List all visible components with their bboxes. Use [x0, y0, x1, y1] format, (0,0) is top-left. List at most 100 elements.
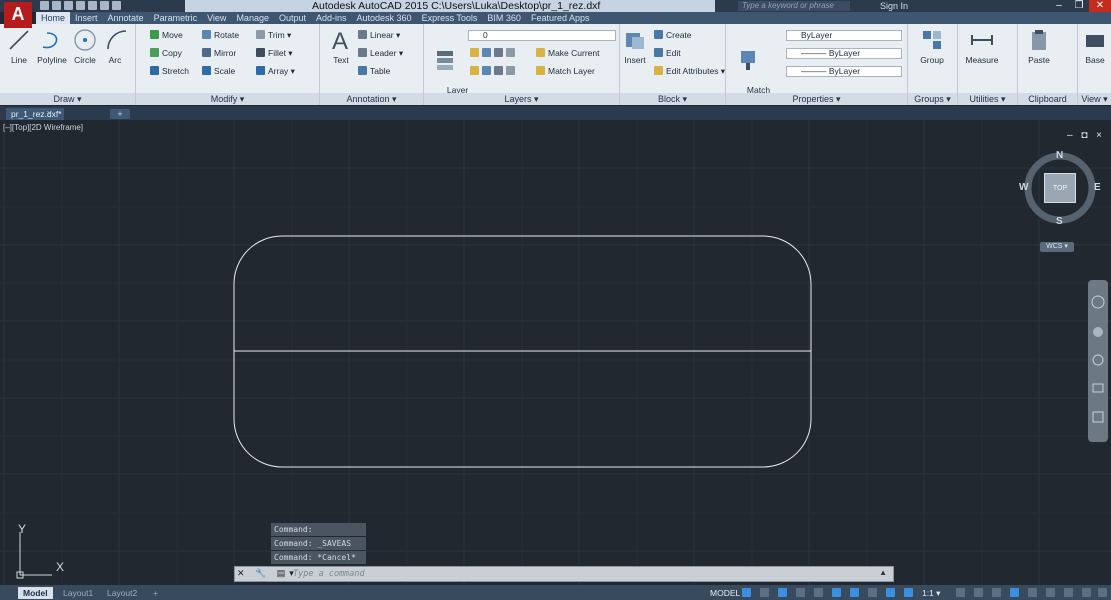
group-button[interactable]: Group [914, 27, 950, 65]
customization-icon[interactable] [1098, 588, 1107, 597]
maximize-button[interactable]: ❐ [1068, 0, 1090, 12]
leader-button[interactable]: Leader ▾ [358, 48, 403, 59]
linear-dimension-button[interactable]: Linear ▾ [358, 30, 400, 41]
paste-button[interactable]: Paste [1024, 27, 1054, 65]
snap-icon[interactable] [760, 588, 769, 597]
edit-attributes-button[interactable]: Edit Attributes ▾ [654, 66, 725, 77]
make-current-button[interactable]: Make Current [536, 48, 600, 59]
minimize-button[interactable]: – [1048, 0, 1070, 12]
layers-panel-title[interactable]: Layers ▾ [424, 93, 619, 105]
command-input-placeholder[interactable]: Type a command [293, 569, 365, 579]
new-file-icon[interactable] [40, 1, 49, 10]
insert-button[interactable]: Insert [622, 27, 648, 65]
color-dropdown[interactable]: ByLayer [786, 30, 902, 41]
viewcube-top-face[interactable]: TOP [1044, 173, 1076, 203]
steering-wheel-icon[interactable] [1091, 295, 1105, 309]
tab-add-ins[interactable]: Add-ins [311, 12, 352, 24]
viewport-window-controls[interactable]: – ◘ × [1067, 130, 1105, 141]
compass-south[interactable]: S [1056, 216, 1063, 227]
workspace-switching-icon[interactable] [956, 588, 965, 597]
tab-output[interactable]: Output [274, 12, 311, 24]
object-snap-tracking-icon[interactable] [832, 588, 841, 597]
pan-icon[interactable] [1093, 327, 1103, 337]
tab-layout2[interactable]: Layout2 [102, 587, 142, 599]
utilities-panel-title[interactable]: Utilities ▾ [958, 93, 1017, 105]
trim-button[interactable]: Trim ▾ [256, 30, 291, 41]
text-button[interactable]: A Text [328, 27, 354, 65]
quick-access-toolbar[interactable] [40, 1, 121, 11]
save-as-icon[interactable] [76, 1, 85, 10]
ortho-icon[interactable] [778, 588, 787, 597]
add-layout-button[interactable]: + [148, 587, 163, 599]
hardware-acceleration-icon[interactable] [1064, 588, 1073, 597]
tab-autodesk-360[interactable]: Autodesk 360 [352, 12, 417, 24]
layer-tools-row-2[interactable] [470, 66, 518, 77]
table-button[interactable]: Table [358, 66, 390, 77]
tab-parametric[interactable]: Parametric [149, 12, 203, 24]
properties-panel-title[interactable]: Properties ▾ [726, 93, 907, 105]
annotation-monitor-icon[interactable] [974, 588, 983, 597]
lineweight-dropdown[interactable]: ——— ByLayer [786, 66, 902, 77]
tab-express-tools[interactable]: Express Tools [417, 12, 483, 24]
open-file-icon[interactable] [52, 1, 61, 10]
view-panel-title[interactable]: View ▾ [1078, 93, 1111, 105]
stretch-button[interactable]: Stretch [150, 66, 189, 77]
clean-screen-icon[interactable] [1082, 588, 1091, 597]
tab-layout1[interactable]: Layout1 [58, 587, 98, 599]
command-line-buttons[interactable]: ✕ 🔧 ▤▾ [237, 568, 298, 579]
wcs-menu[interactable]: WCS ▾ [1040, 242, 1074, 252]
tab-manage[interactable]: Manage [231, 12, 274, 24]
edit-block-button[interactable]: Edit [654, 48, 681, 59]
modify-panel-title[interactable]: Modify ▾ [136, 93, 319, 105]
model-space-toggle[interactable]: MODEL [710, 587, 740, 599]
tab-annotate[interactable]: Annotate [103, 12, 149, 24]
tab-view[interactable]: View [202, 12, 231, 24]
scale-button[interactable]: Scale [202, 66, 235, 77]
isolate-objects-icon[interactable] [1046, 588, 1055, 597]
viewcube[interactable]: N S W E TOP WCS ▾ [1019, 150, 1102, 252]
block-panel-title[interactable]: Block ▾ [620, 93, 725, 105]
layer-dropdown[interactable]: 0 [468, 30, 616, 41]
quick-properties-icon[interactable] [1010, 588, 1019, 597]
help-search-input[interactable]: Type a keyword or phrase [738, 1, 850, 11]
isodraft-icon[interactable] [814, 588, 823, 597]
circle-button[interactable]: Circle [72, 27, 98, 65]
line-button[interactable]: Line [6, 27, 32, 65]
auto-scale-icon[interactable] [904, 588, 913, 597]
command-history-toggle-icon[interactable]: ▲ [879, 568, 887, 577]
compass-east[interactable]: E [1094, 182, 1101, 193]
annotation-scale-dropdown[interactable]: 1:1 ▾ [922, 587, 940, 599]
annotation-panel-title[interactable]: Annotation ▾ [320, 93, 423, 105]
create-block-button[interactable]: Create [654, 30, 692, 41]
print-icon[interactable] [88, 1, 97, 10]
linetype-dropdown[interactable]: ——— ByLayer [786, 48, 902, 59]
orbit-icon[interactable] [1092, 383, 1104, 393]
mirror-button[interactable]: Mirror [202, 48, 236, 59]
showmotion-icon[interactable] [1092, 411, 1104, 423]
file-tab[interactable]: pr_1_rez.dxf* ✕ [6, 108, 64, 120]
viewport-controls-label[interactable]: [–][Top][2D Wireframe] [3, 123, 83, 132]
rotate-button[interactable]: Rotate [202, 30, 239, 41]
units-icon[interactable] [992, 588, 1001, 597]
layer-tools-row-1[interactable] [470, 48, 518, 59]
sign-in-button[interactable]: Sign In [880, 0, 908, 12]
lock-ui-icon[interactable] [1028, 588, 1037, 597]
copy-button[interactable]: Copy [150, 48, 182, 59]
fillet-button[interactable]: Fillet ▾ [256, 48, 293, 59]
array-button[interactable]: Array ▾ [256, 66, 295, 77]
close-button[interactable]: ✕ [1089, 0, 1111, 12]
polar-icon[interactable] [796, 588, 805, 597]
compass-north[interactable]: N [1056, 150, 1063, 161]
groups-panel-title[interactable]: Groups ▾ [908, 93, 957, 105]
zoom-icon[interactable] [1092, 354, 1104, 366]
draw-panel-title[interactable]: Draw ▾ [0, 93, 135, 105]
drawing-area[interactable]: Y X [–][Top][2D Wireframe] – ◘ × N S W E… [0, 120, 1111, 585]
save-icon[interactable] [64, 1, 73, 10]
move-button[interactable]: Move [150, 30, 183, 41]
application-menu-button[interactable]: A [4, 2, 32, 28]
grid-icon[interactable] [742, 588, 751, 597]
match-layer-button[interactable]: Match Layer [536, 66, 595, 77]
command-line-input[interactable]: ✕ 🔧 ▤▾ Type a command ▲ [234, 566, 894, 582]
polyline-button[interactable]: Polyline [36, 27, 68, 65]
tab-home[interactable]: Home [36, 12, 71, 24]
